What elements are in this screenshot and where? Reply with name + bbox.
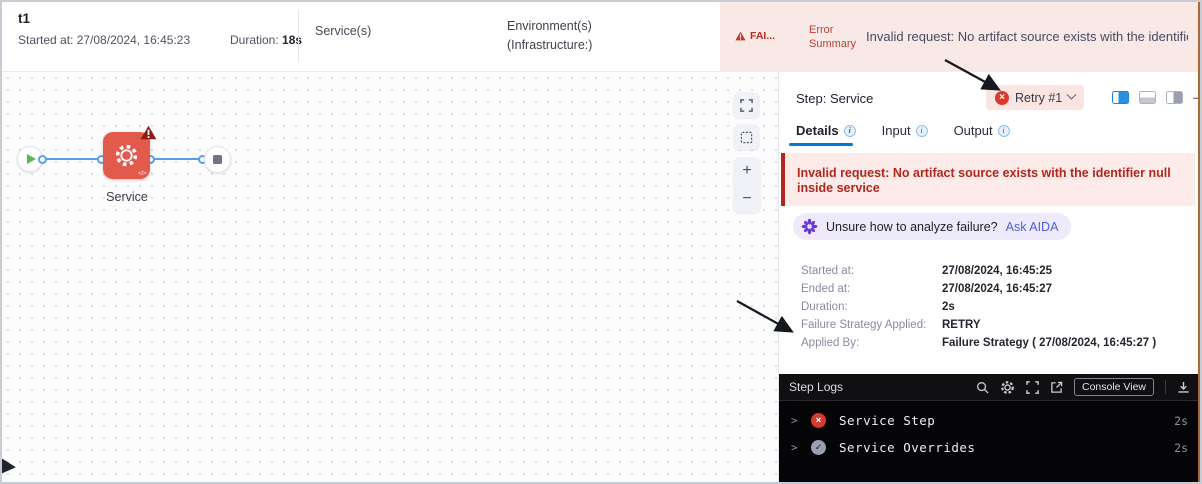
- failed-status-icon: ×: [811, 413, 826, 428]
- detail-label: Duration:: [801, 301, 848, 313]
- layout-split-view-button[interactable]: [1112, 90, 1129, 104]
- info-icon: i: [997, 124, 1010, 137]
- stop-icon: [213, 155, 222, 164]
- template-code-mark: </>: [138, 170, 146, 177]
- infrastructure-text: (Infrastructure:): [507, 38, 593, 52]
- service-step-node[interactable]: </>: [103, 125, 157, 179]
- step-logs-title: Step Logs: [789, 380, 844, 394]
- fullscreen-icon: [1026, 380, 1039, 394]
- aida-suggestion-pill: Unsure how to analyze failure? Ask AIDA: [793, 213, 1072, 240]
- tab-details[interactable]: Details i: [796, 123, 856, 138]
- tab-details-label: Details: [796, 123, 839, 138]
- environments-label: Environment(s) (Infrastructure:): [507, 17, 592, 55]
- failed-status-badge: FAI...: [735, 30, 775, 42]
- canvas-fullscreen-button[interactable]: [733, 92, 760, 118]
- detail-value: 27/08/2024, 16:45:27: [942, 283, 1052, 295]
- layout-right-view-button[interactable]: [1166, 90, 1183, 104]
- aida-icon: [801, 218, 818, 235]
- canvas-select-button[interactable]: [733, 124, 760, 150]
- gear-icon: [1001, 380, 1014, 394]
- layout-bottom-view-button[interactable]: [1139, 90, 1156, 104]
- retry-failed-icon: ×: [995, 90, 1009, 105]
- duration-text: Duration: 18s: [230, 33, 302, 47]
- download-icon: [1178, 381, 1189, 393]
- tab-output[interactable]: Output i: [954, 123, 1010, 138]
- step-logs-header: Step Logs Console View: [779, 374, 1200, 401]
- marquee-select-icon: [740, 131, 753, 143]
- pipeline-execution-window: t1 Started at: 27/08/2024, 16:45:23 Dura…: [0, 0, 1202, 484]
- play-icon: [27, 154, 36, 164]
- zoom-in-button[interactable]: +: [742, 163, 751, 179]
- log-row-service-overrides[interactable]: > ✓ Service Overrides 2s: [779, 434, 1200, 461]
- cursor-pointer-artifact: [0, 456, 17, 475]
- duration-label: Duration:: [230, 33, 279, 47]
- gear-icon: [115, 144, 138, 167]
- started-at-text: Started at: 27/08/2024, 16:45:23: [18, 33, 191, 47]
- log-search-button[interactable]: [976, 381, 989, 394]
- tab-output-label: Output: [953, 123, 993, 138]
- failed-badge-text: FAI...: [750, 30, 776, 42]
- external-link-icon: [1051, 381, 1063, 393]
- error-summary-label: Error Summary: [809, 24, 857, 50]
- retry-attempt-dropdown[interactable]: × Retry #1: [986, 85, 1085, 110]
- execution-header: t1 Started at: 27/08/2024, 16:45:23 Dura…: [2, 2, 1200, 72]
- log-row-duration: 2s: [1174, 413, 1188, 428]
- detail-label: Started at:: [801, 265, 855, 277]
- success-status-icon: ✓: [811, 440, 826, 455]
- log-row-name: Service Overrides: [839, 440, 976, 455]
- duration-value: 18s: [282, 33, 303, 47]
- window-edge-accent: [1198, 2, 1200, 482]
- detail-label: Ended at:: [801, 283, 851, 295]
- step-details-panel: Step: Service × Retry #1 — Details i Inp…: [778, 72, 1200, 482]
- pipeline-name: t1: [18, 11, 31, 26]
- detail-label: Applied By:: [801, 337, 860, 349]
- log-row-name: Service Step: [839, 413, 936, 428]
- log-fullscreen-button[interactable]: [1026, 380, 1039, 394]
- pipeline-end-node: [204, 146, 231, 173]
- info-icon: i: [843, 124, 856, 137]
- detail-value: RETRY: [942, 319, 981, 331]
- toolbar-separator: [1165, 380, 1166, 394]
- detail-label: Failure Strategy Applied:: [801, 319, 927, 331]
- step-logs-console: Step Logs Console View > × Service Step …: [779, 374, 1200, 482]
- log-row-list: > × Service Step 2s > ✓ Service Override…: [779, 401, 1200, 461]
- log-row-service-step[interactable]: > × Service Step 2s: [779, 407, 1200, 434]
- console-view-button[interactable]: Console View: [1073, 378, 1154, 396]
- panel-title: Step: Service: [796, 91, 874, 106]
- connector-port: [38, 155, 47, 164]
- fullscreen-icon: [740, 98, 753, 112]
- chevron-down-icon: [1066, 89, 1077, 100]
- step-detail-fields: Started at: 27/08/2024, 16:45:25 Ended a…: [801, 265, 1156, 350]
- log-settings-button[interactable]: [1000, 380, 1015, 395]
- retry-label: Retry #1: [1015, 90, 1063, 105]
- ask-aida-link[interactable]: Ask AIDA: [1006, 220, 1059, 234]
- aida-question-text: Unsure how to analyze failure?: [826, 219, 998, 234]
- panel-layout-toggles: —: [1112, 90, 1200, 104]
- environments-text: Environment(s): [507, 19, 592, 33]
- node-failed-warning-icon: [140, 125, 157, 145]
- detail-value: 27/08/2024, 16:45:25: [942, 265, 1052, 277]
- step-error-banner: Invalid request: No artifact source exis…: [781, 153, 1195, 206]
- expand-chevron-icon[interactable]: >: [791, 441, 798, 454]
- log-download-button[interactable]: [1177, 381, 1190, 394]
- detail-value: Failure Strategy ( 27/08/2024, 16:45:27 …: [942, 337, 1157, 349]
- tab-input-label: Input: [881, 123, 911, 138]
- expand-chevron-icon[interactable]: >: [791, 414, 798, 427]
- info-icon: i: [915, 124, 928, 137]
- active-tab-underline: [789, 143, 853, 146]
- canvas-zoom-controls: + −: [733, 157, 761, 213]
- search-icon: [977, 381, 989, 394]
- log-open-new-tab-button[interactable]: [1050, 381, 1063, 394]
- zoom-out-button[interactable]: −: [742, 191, 751, 207]
- pipeline-graph-canvas[interactable]: </> Service + −: [2, 72, 778, 482]
- tab-input[interactable]: Input i: [882, 123, 928, 138]
- error-summary-message: Invalid request: No artifact source exis…: [866, 29, 1188, 44]
- detail-value: 2s: [942, 301, 955, 313]
- warning-triangle-icon: [735, 31, 746, 41]
- detail-tabs: Details i Input i Output i: [796, 123, 1010, 138]
- header-divider: [298, 10, 299, 62]
- service-node-label: Service: [106, 190, 148, 204]
- log-row-duration: 2s: [1174, 440, 1188, 455]
- services-label: Service(s): [315, 24, 372, 38]
